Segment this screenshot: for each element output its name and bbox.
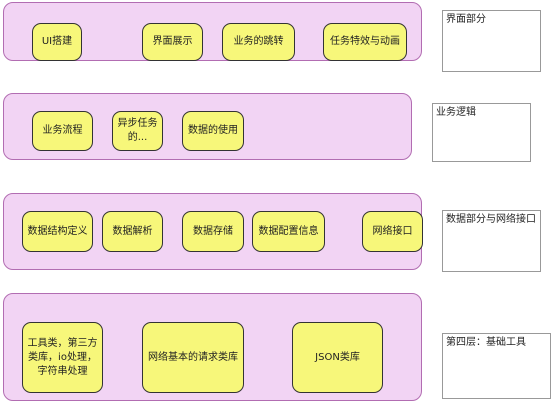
business-layer-note: 业务逻辑 xyxy=(432,103,531,162)
task-effects-animation-node: 任务特效与动画 xyxy=(323,23,407,61)
json-library-node: JSON类库 xyxy=(292,322,383,393)
data-layer-note: 数据部分与网络接口 xyxy=(442,210,541,272)
business-flow-node: 业务流程 xyxy=(32,111,93,151)
data-parsing-node: 数据解析 xyxy=(102,211,163,252)
data-structure-node: 数据结构定义 xyxy=(22,211,93,252)
ui-display-node: 界面展示 xyxy=(142,23,203,61)
tools-layer-note: 第四层：基础工具 xyxy=(442,333,551,399)
network-interface-node: 网络接口 xyxy=(362,211,423,252)
data-storage-node: 数据存储 xyxy=(182,211,244,252)
ui-layer-note: 界面部分 xyxy=(442,10,541,72)
ui-build-node: UI搭建 xyxy=(32,23,82,61)
data-config-node: 数据配置信息 xyxy=(252,211,325,252)
business-navigation-node: 业务的跳转 xyxy=(222,23,295,61)
data-usage-node: 数据的使用 xyxy=(182,111,244,151)
async-task-node: 异步任务的... xyxy=(112,111,163,151)
utility-libraries-node: 工具类，第三方类库，io处理，字符串处理 xyxy=(22,322,103,393)
network-request-library-node: 网络基本的请求类库 xyxy=(142,322,244,393)
